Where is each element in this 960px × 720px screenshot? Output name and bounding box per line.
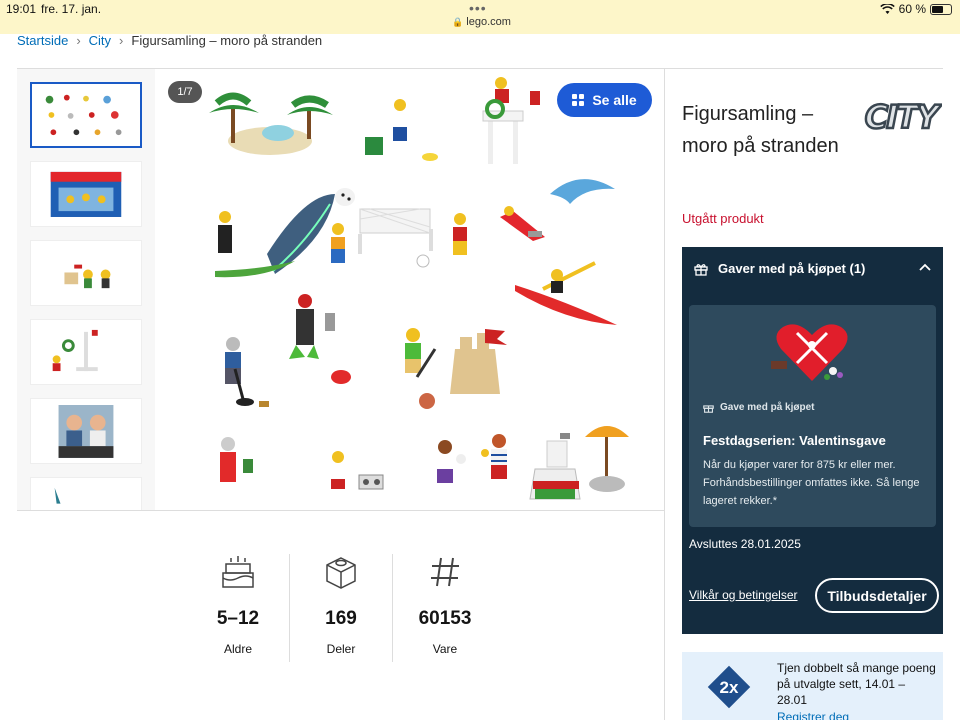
status-badge: Utgått produkt xyxy=(682,211,764,226)
city-logo-text: CITY xyxy=(865,98,942,134)
spec-item-value: 60153 xyxy=(418,608,472,629)
spec-item-number: 60153 Vare xyxy=(395,552,495,656)
see-all-button[interactable]: Se alle xyxy=(557,83,652,117)
promo-text: Tjen dobbelt så mange poeng på utvalgte … xyxy=(777,661,936,707)
hash-icon xyxy=(431,557,459,587)
thumbnail-image xyxy=(52,329,98,372)
breadcrumb-current: Figursamling – moro på stranden xyxy=(131,33,323,48)
thumbnail-image xyxy=(54,487,61,504)
image-counter: 1/7 xyxy=(168,81,202,103)
spec-age-label: Aldre xyxy=(223,642,252,656)
breadcrumb-home[interactable]: Startside xyxy=(17,33,68,48)
spec-age: 5–12 Aldre xyxy=(188,552,288,656)
minifigure-collection-image xyxy=(209,77,629,500)
thumbnail-3[interactable] xyxy=(30,240,142,306)
gift-panel-header[interactable]: Gaver med på kjøpet (1) xyxy=(694,261,865,276)
gift-tag: Gave med på kjøpet xyxy=(703,402,814,413)
gift-icon xyxy=(694,263,708,276)
gift-panel-title: Gaver med på kjøpet (1) xyxy=(718,261,866,276)
breadcrumb-separator: › xyxy=(119,33,124,48)
status-date: fre. 17. jan. xyxy=(41,2,102,16)
breadcrumb-city[interactable]: City xyxy=(89,33,111,48)
gift-tag-label: Gave med på kjøpet xyxy=(720,402,815,413)
address-bar[interactable]: 🔒 lego.com xyxy=(452,16,511,28)
battery-icon xyxy=(930,3,952,15)
product-title: Figursamling – moro på stranden xyxy=(682,103,839,157)
birthday-cake-icon xyxy=(222,556,254,588)
divider-vertical xyxy=(664,69,665,720)
gift-description: Når du kjøper varer for 875 kr eller mer… xyxy=(703,459,920,507)
gift-with-purchase-panel: Gaver med på kjøpet (1) Gave med på kjøp… xyxy=(682,247,943,634)
see-all-label: Se alle xyxy=(592,92,637,108)
thumbnail-2[interactable] xyxy=(30,161,142,227)
divider xyxy=(17,510,664,511)
grid-icon xyxy=(572,94,585,106)
status-time: 19:01 xyxy=(6,2,37,16)
thumbnail-image xyxy=(64,264,111,289)
tab-dots[interactable]: ••• xyxy=(469,0,487,16)
status-right: 60 % xyxy=(879,2,952,16)
spec-age-value: 5–12 xyxy=(216,608,260,629)
breadcrumb: Startside › City › Figursamling – moro p… xyxy=(17,33,322,48)
thumbnail-6[interactable] xyxy=(30,477,142,510)
spec-pieces: 169 Deler xyxy=(291,552,391,656)
terms-link[interactable]: Vilkår og betingelser xyxy=(689,588,798,602)
lock-icon: 🔒 xyxy=(452,17,464,27)
url-text: lego.com xyxy=(466,16,511,28)
spec-pieces-label: Deler xyxy=(326,642,356,656)
badge-text: 2x xyxy=(720,678,739,697)
chevron-up-icon[interactable] xyxy=(919,263,931,271)
valentine-gift-image xyxy=(771,324,848,381)
gift-title: Festdagserien: Valentinsgave xyxy=(703,433,886,448)
city-logo: CITY xyxy=(860,97,946,138)
divider xyxy=(392,554,393,662)
breadcrumb-separator: › xyxy=(76,33,81,48)
wifi-icon xyxy=(879,3,895,14)
divider xyxy=(289,554,290,662)
double-points-badge: 2x xyxy=(707,665,751,709)
spec-item-label: Vare xyxy=(432,642,458,656)
thumbnail-5[interactable] xyxy=(30,398,142,464)
register-link[interactable]: Registrer deg xyxy=(777,710,849,720)
gift-card: Gave med på kjøpet Festdagserien: Valent… xyxy=(689,305,936,527)
gift-icon xyxy=(703,405,714,413)
ios-status-bar: 19:01 fre. 17. jan. ••• 🔒 lego.com 60 % xyxy=(0,0,960,34)
double-points-promo: 2x Tjen dobbelt så mange poeng på utvalg… xyxy=(682,652,943,720)
thumbnail-4[interactable] xyxy=(30,319,142,385)
battery-fill xyxy=(932,5,943,13)
thumbnail-strip[interactable] xyxy=(17,69,155,510)
gift-end-date: Avsluttes 28.01.2025 xyxy=(689,537,801,551)
offer-details-button[interactable]: Tilbudsdetaljer xyxy=(815,578,939,613)
thumbnail-1[interactable] xyxy=(30,82,142,148)
product-main-image[interactable] xyxy=(155,69,664,510)
battery-percent: 60 % xyxy=(898,2,926,16)
spec-pieces-value: 169 xyxy=(325,608,357,629)
thumbnail-image xyxy=(58,405,114,458)
thumbnail-image xyxy=(50,171,122,217)
thumbnail-image xyxy=(45,94,122,136)
brick-icon xyxy=(326,557,356,589)
